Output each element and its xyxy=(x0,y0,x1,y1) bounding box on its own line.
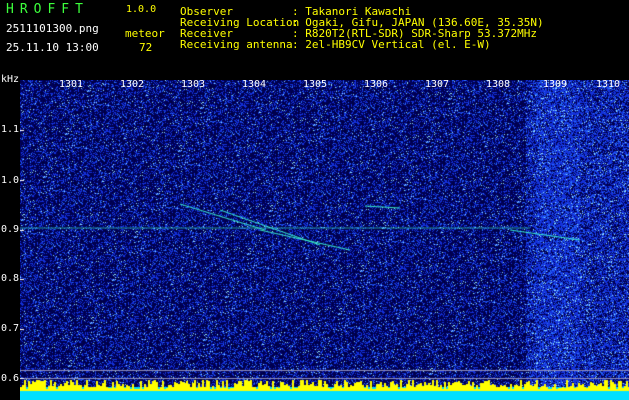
frequency-tick-label: 0.8 xyxy=(1,273,20,284)
frequency-tick-label: 0.7 xyxy=(1,323,20,334)
frequency-tick-label: 0.6 xyxy=(1,373,20,384)
spectrogram-plot xyxy=(20,80,629,400)
frequency-tick-label: 0.9 xyxy=(1,224,20,235)
antenna-value: : 2el-HB9CV Vertical (el. E-W) xyxy=(292,38,491,51)
time-tick-label: 1308 xyxy=(486,79,511,90)
time-tick-label: 1306 xyxy=(364,79,389,90)
frequency-tick-label: 1.1 xyxy=(1,124,20,135)
antenna-label: Receiving antenna xyxy=(180,38,293,51)
file-name: 2511101300.png xyxy=(6,22,99,35)
time-tick-label: 1302 xyxy=(120,79,145,90)
meteor-count-label: meteor xyxy=(125,27,165,40)
app-logo: HROFFT xyxy=(6,2,89,17)
time-tick-label: 1301 xyxy=(59,79,84,90)
time-tick-label: 1309 xyxy=(543,79,568,90)
time-tick-label: 1304 xyxy=(242,79,267,90)
time-tick-label: 1303 xyxy=(181,79,206,90)
frequency-unit-label: kHz xyxy=(1,74,20,85)
app-version: 1.0.0 xyxy=(126,4,157,15)
time-tick-label: 1307 xyxy=(425,79,450,90)
frequency-tick-label: 1.0 xyxy=(1,175,20,186)
time-tick-label: 1305 xyxy=(303,79,328,90)
observation-timestamp: 25.11.10 13:00 xyxy=(6,41,99,54)
meteor-count-value: 72 xyxy=(139,41,153,54)
time-tick-label: 1310 xyxy=(596,79,621,90)
